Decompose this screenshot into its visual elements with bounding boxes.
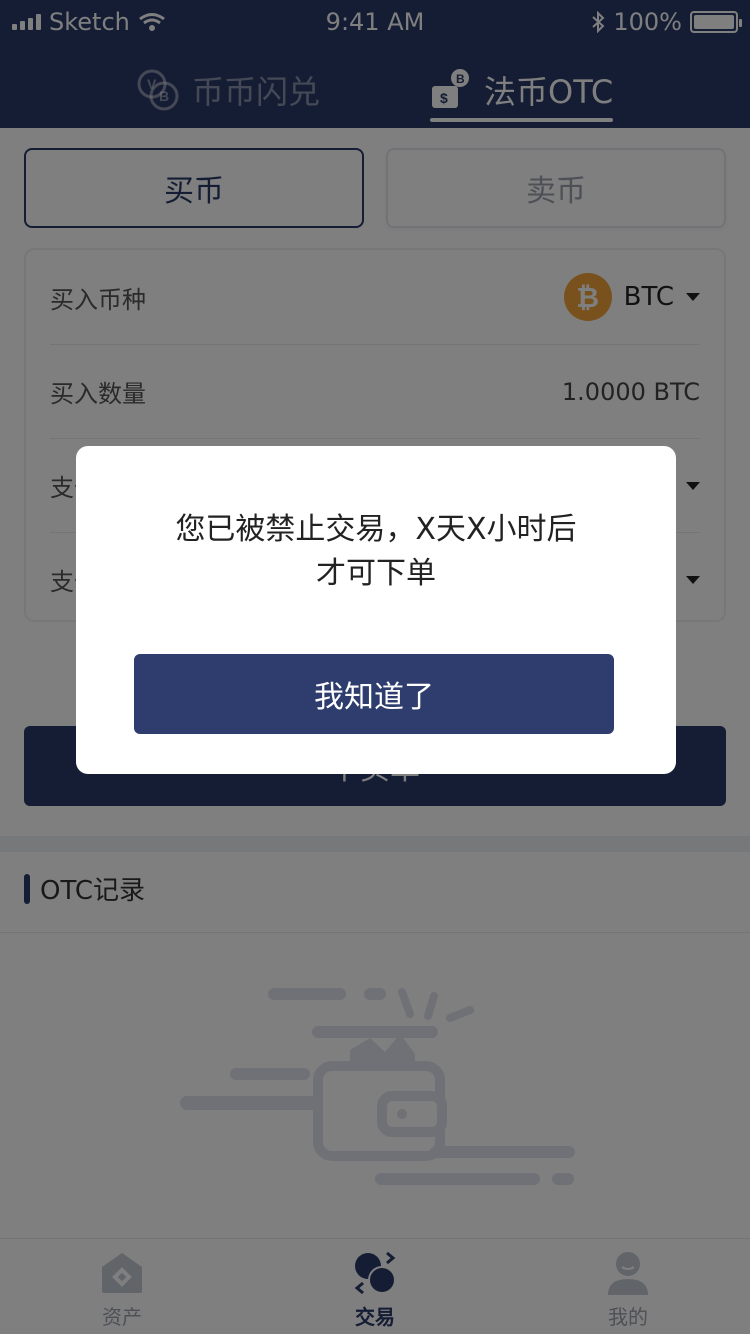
- dialog-message: 您已被禁止交易，X天X小时后 才可下单: [126, 508, 626, 596]
- dialog-message-line2: 才可下单: [316, 556, 436, 591]
- acknowledge-button[interactable]: 我知道了: [134, 654, 614, 734]
- trade-banned-dialog: 您已被禁止交易，X天X小时后 才可下单 我知道了: [76, 446, 676, 774]
- dialog-message-line1: 您已被禁止交易，X天X小时后: [175, 512, 577, 547]
